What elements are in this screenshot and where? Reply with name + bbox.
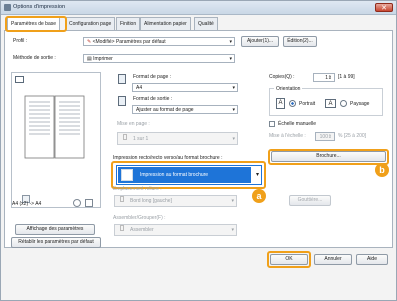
collate-select: Assembler ▾ xyxy=(114,224,237,236)
page-icon xyxy=(123,134,127,140)
tab-finishing[interactable]: Finition xyxy=(116,17,141,30)
chevron-down-icon: ▾ xyxy=(229,56,232,62)
output-format-icon xyxy=(118,96,126,106)
settings-panel: Profil : ✎ <Modifié> Paramètres par défa… xyxy=(4,30,393,248)
binding-location-label: Emplacement reliure : xyxy=(113,186,162,192)
orientation-label: Orientation xyxy=(274,86,303,92)
help-button[interactable]: Aide xyxy=(356,254,388,265)
chevron-down-icon: ▾ xyxy=(232,85,235,91)
copies-input[interactable]: 1 ⇕ xyxy=(313,73,335,82)
copies-label: Copies(Q) : xyxy=(269,74,295,80)
scale-input: 100 ⇕ xyxy=(315,132,335,141)
duplex-selected-option: Impression au format brochure xyxy=(118,167,251,183)
gutter-button: Gouttière... xyxy=(289,195,331,206)
scale-range: % [25 à 200] xyxy=(338,133,367,139)
profile-select[interactable]: ✎ <Modifié> Paramètres par défaut ▾ xyxy=(83,37,235,46)
layout-label: Mise en page : xyxy=(117,121,150,127)
tab-page-setup[interactable]: Configuration page xyxy=(65,17,116,30)
profile-label: Profil : xyxy=(13,38,28,44)
manual-scale-checkbox[interactable] xyxy=(269,121,275,127)
window-title: Options d'impression xyxy=(13,4,66,10)
preview-status: A4 (x2) -> A4 xyxy=(12,201,42,207)
orientation-group: Orientation A Portrait A Paysage xyxy=(269,86,383,116)
spinner-icon: ⇕ xyxy=(327,134,332,140)
tab-highlight xyxy=(5,16,67,32)
booklet-icon xyxy=(121,169,133,181)
preview-mini-icons xyxy=(73,199,99,207)
tab-label: Alimentation papier xyxy=(144,21,187,27)
tab-label: Finition xyxy=(120,21,137,27)
collate-icon xyxy=(120,225,124,231)
portrait-label: Portrait xyxy=(299,101,316,107)
chevron-down-icon: ▾ xyxy=(231,198,234,204)
scale-label: Mise à l'échelle : xyxy=(269,133,306,139)
chevron-down-icon: ▾ xyxy=(232,107,235,113)
output-method-label: Méthode de sortie : xyxy=(13,55,56,61)
chevron-down-icon: ▾ xyxy=(255,172,259,178)
tab-label: Configuration page xyxy=(69,21,112,27)
preview-booklet-image xyxy=(24,94,86,160)
landscape-label: Paysage xyxy=(350,101,370,107)
landscape-icon: A xyxy=(325,99,336,108)
portrait-icon: A xyxy=(276,98,285,109)
binding-icon xyxy=(120,196,124,202)
magnify-icon[interactable] xyxy=(73,199,81,207)
tab-paper-source[interactable]: Alimentation papier xyxy=(140,17,191,30)
page-preview xyxy=(11,72,101,208)
callout-a: a xyxy=(252,189,266,203)
layout-select: 1 sur 1 ▾ xyxy=(117,132,238,145)
landscape-radio[interactable] xyxy=(340,100,347,107)
page-format-icon xyxy=(118,74,126,84)
ok-button[interactable]: OK xyxy=(270,254,308,265)
restore-defaults-button[interactable]: Rétablir les paramètres par défaut xyxy=(11,237,101,248)
binding-location-select: Bord long [gauche] ▾ xyxy=(114,195,237,207)
chevron-down-icon: ▾ xyxy=(229,39,232,45)
copies-range: [1 à 99] xyxy=(338,74,355,80)
view-settings-button[interactable]: Affichage des paramètres xyxy=(15,224,95,235)
output-format-select[interactable]: Ajuster au format de page ▾ xyxy=(132,105,238,114)
tab-label: Qualité xyxy=(198,21,214,27)
page-format-label: Format de page : xyxy=(133,74,172,80)
edit-profile-button[interactable]: Édition(2)... xyxy=(283,36,317,47)
chevron-down-icon: ▾ xyxy=(232,136,235,142)
spinner-icon[interactable]: ⇕ xyxy=(328,74,332,82)
preview-toggle-icon[interactable] xyxy=(15,76,24,83)
chevron-down-icon: ▾ xyxy=(231,227,234,233)
fit-icon[interactable] xyxy=(85,199,93,207)
title-bar: Options d'impression ✕ xyxy=(1,1,396,15)
cancel-button[interactable]: Annuler xyxy=(314,254,352,265)
close-button[interactable]: ✕ xyxy=(375,3,393,12)
print-options-window: Options d'impression ✕ Paramètres de bas… xyxy=(0,0,397,301)
tab-quality[interactable]: Qualité xyxy=(194,17,218,30)
portrait-radio[interactable] xyxy=(289,100,296,107)
printer-icon xyxy=(4,4,11,11)
booklet-button[interactable]: Brochure... xyxy=(271,151,386,162)
page-format-select[interactable]: A4 ▾ xyxy=(132,83,238,92)
collate-label: Assembler/Grouper(F) : xyxy=(113,215,166,221)
duplex-select[interactable]: Impression au format brochure ▾ xyxy=(116,165,262,185)
callout-b: b xyxy=(375,163,389,177)
add-profile-button[interactable]: Ajouter(1)... xyxy=(241,36,279,47)
output-method-select[interactable]: ▤ Imprimer ▾ xyxy=(83,54,235,63)
manual-scale-label: Échelle manuelle xyxy=(278,121,317,127)
output-format-label: Format de sortie : xyxy=(133,96,173,102)
